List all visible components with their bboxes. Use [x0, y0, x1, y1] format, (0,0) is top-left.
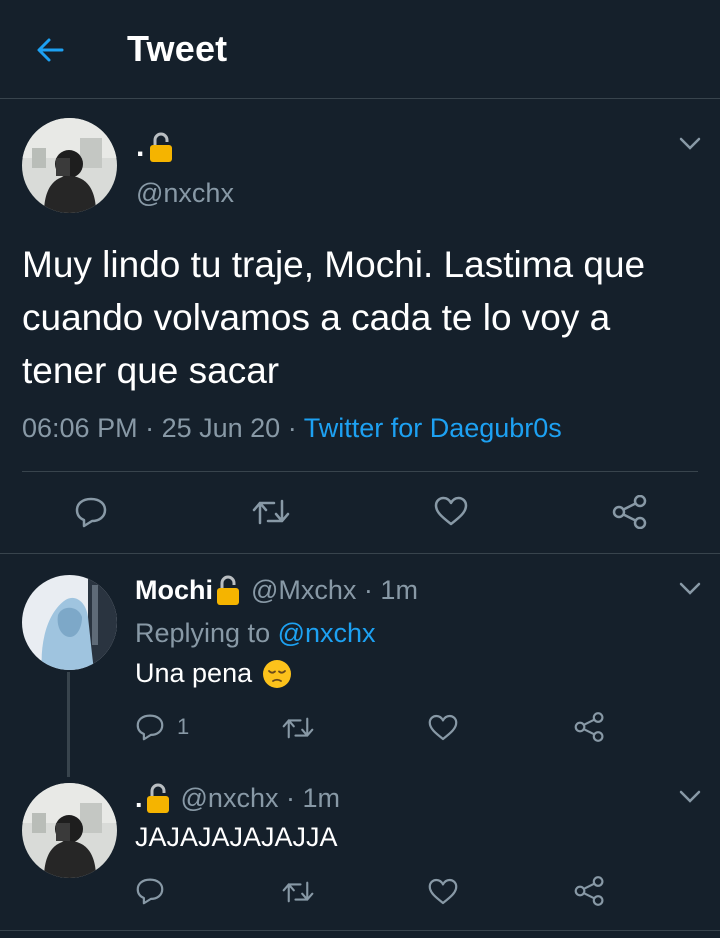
- share-button[interactable]: [612, 495, 648, 529]
- author-name-text: .: [136, 130, 145, 163]
- replying-label: Replying to: [135, 618, 278, 648]
- share-button[interactable]: [574, 876, 605, 906]
- divider: [0, 553, 720, 554]
- comment-icon: [136, 714, 164, 741]
- lock-icon: [150, 132, 173, 162]
- share-icon: [574, 876, 604, 906]
- like-button[interactable]: [428, 878, 458, 905]
- divider: [0, 930, 720, 931]
- lock-icon: [217, 575, 239, 605]
- reply-author-handle[interactable]: @Mxchx: [251, 575, 356, 606]
- retweet-button[interactable]: [282, 715, 314, 741]
- chevron-down-icon: [679, 790, 701, 803]
- tweet-options-button[interactable]: [676, 575, 704, 603]
- replying-to: Replying to @nxchx: [135, 618, 376, 649]
- top-bar: Tweet: [0, 0, 720, 99]
- chevron-down-icon: [679, 137, 701, 150]
- heart-icon: [428, 714, 458, 741]
- like-button[interactable]: [428, 714, 458, 741]
- avatar[interactable]: [22, 118, 117, 213]
- retweet-icon: [252, 499, 290, 525]
- back-button[interactable]: [22, 28, 78, 72]
- pensive-face-emoji-icon: [263, 659, 292, 688]
- like-button[interactable]: [434, 496, 468, 526]
- separator: ·: [280, 413, 304, 443]
- reply-time: 1m: [302, 782, 340, 813]
- retweet-icon: [282, 881, 314, 903]
- comment-icon: [75, 497, 107, 528]
- mention-link[interactable]: @nxchx: [278, 618, 376, 648]
- heart-icon: [428, 878, 458, 905]
- reply-content: Una pena: [135, 658, 292, 689]
- separator: ·: [137, 413, 162, 443]
- reply-text: Una pena: [135, 658, 253, 688]
- reply-count: 1: [177, 714, 190, 739]
- reply-button[interactable]: [135, 877, 165, 905]
- tweet-source-link[interactable]: Twitter for Daegubr0s: [304, 413, 562, 443]
- separator: ·: [278, 782, 303, 813]
- tweet-options-button[interactable]: [676, 130, 704, 158]
- tweet-date: 25 Jun 20: [161, 413, 281, 443]
- reply-author-handle[interactable]: @nxchx: [181, 783, 279, 814]
- avatar[interactable]: [22, 575, 117, 670]
- heart-icon: [434, 496, 468, 526]
- tweet-text: Muy lindo tu traje, Mochi. Lastima que c…: [22, 244, 646, 391]
- share-icon: [574, 712, 604, 742]
- thread-line: [67, 672, 70, 777]
- divider: [22, 471, 698, 472]
- chevron-down-icon: [679, 582, 701, 595]
- reply-header: Mochi @Mxchx · 1m: [135, 574, 418, 606]
- author-handle[interactable]: @nxchx: [136, 178, 234, 209]
- arrow-left-icon: [37, 38, 64, 62]
- tweet-options-button[interactable]: [676, 783, 704, 811]
- reply-button[interactable]: [74, 496, 108, 528]
- share-button[interactable]: [574, 712, 605, 742]
- avatar-photo: [22, 575, 117, 670]
- reply-button[interactable]: 1: [135, 713, 189, 741]
- reply-header: . @nxchx · 1m: [135, 782, 340, 814]
- retweet-button[interactable]: [252, 497, 290, 527]
- avatar-photo: [22, 783, 117, 878]
- reply-text: JAJAJAJAJAJJA: [135, 822, 338, 852]
- author-name[interactable]: .: [136, 130, 174, 164]
- reply-time: 1m: [380, 574, 418, 605]
- avatar[interactable]: [22, 783, 117, 878]
- lock-icon: [146, 783, 169, 813]
- tweet-meta: 06:06 PM · 25 Jun 20 · Twitter for Daegu…: [22, 413, 562, 444]
- reply-author-name[interactable]: Mochi: [135, 575, 213, 606]
- page-title: Tweet: [127, 28, 228, 69]
- reply-content: JAJAJAJAJAJJA: [135, 822, 338, 853]
- retweet-icon: [282, 717, 314, 739]
- comment-icon: [136, 878, 164, 905]
- reply-author-name[interactable]: .: [135, 783, 143, 814]
- avatar-photo: [22, 118, 117, 213]
- separator: ·: [356, 574, 381, 605]
- share-icon: [612, 495, 647, 529]
- tweet-time: 06:06 PM: [22, 413, 138, 443]
- retweet-button[interactable]: [282, 879, 314, 905]
